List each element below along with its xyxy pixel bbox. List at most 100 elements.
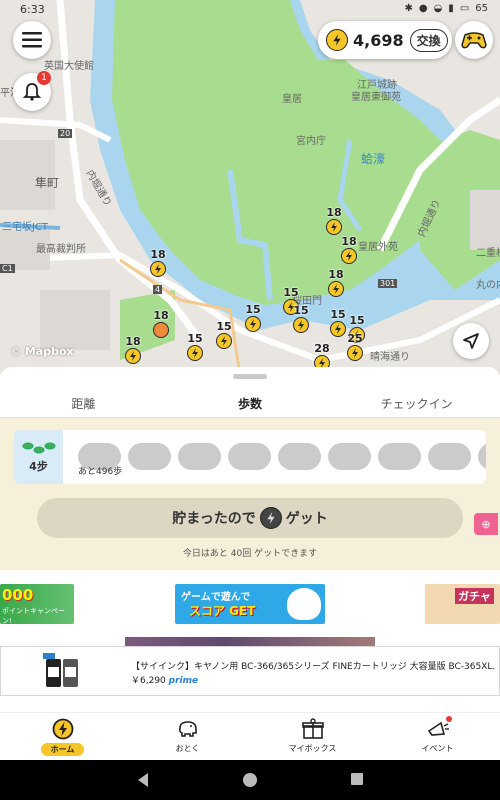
home-icon[interactable]	[242, 772, 258, 788]
nav-label: おとく	[175, 744, 200, 753]
coin-marker[interactable]: 15	[212, 320, 236, 349]
tab-distance[interactable]: 距離	[0, 387, 167, 417]
bluetooth-icon: ✱	[404, 3, 413, 14]
promo-banner[interactable]: 000 ポイントキャンペーン!	[0, 584, 74, 624]
recents-icon[interactable]	[350, 772, 364, 786]
exchange-button[interactable]: 交換	[409, 28, 448, 52]
coin-marker[interactable]: 15	[241, 303, 265, 332]
coin-marker[interactable]: 18	[149, 309, 173, 338]
nav-events[interactable]: イベント	[375, 713, 500, 760]
nav-label: ホーム	[40, 743, 85, 756]
lightning-coin-icon	[326, 29, 348, 51]
nav-mybox[interactable]: マイボックス	[250, 713, 375, 760]
bottom-nav: ホーム おとく マイボックス イベント	[0, 712, 500, 760]
bell-icon	[22, 83, 42, 101]
tab-checkin[interactable]: チェックイン	[333, 387, 500, 417]
coin-marker[interactable]: 15	[289, 304, 313, 333]
sheet-handle[interactable]	[233, 374, 267, 379]
hamburger-icon	[22, 32, 42, 48]
remaining-steps: あと496歩	[78, 467, 123, 477]
ad-title[interactable]: 【サイインク】キヤノン用 BC-366/365シリーズ FINEカートリッジ 大…	[131, 659, 496, 672]
lightning-coin-icon	[125, 348, 141, 364]
map-view[interactable]: 英国大使館 皇居 江戸城跡 皇居東御苑 宮内庁 蛤濠 隼町 内堀通り 三宅坂JC…	[0, 0, 500, 375]
route-shield: 301	[378, 279, 398, 288]
notification-button[interactable]: 1	[13, 71, 51, 111]
remaining-gets-note: 今日はあと 40回 ゲットできます	[182, 549, 318, 559]
gacha-banner[interactable]: ガチャ	[425, 584, 500, 624]
lightning-coin-icon	[341, 248, 357, 264]
gamepad-icon	[461, 32, 487, 49]
locate-button[interactable]	[453, 323, 489, 359]
coin-marker-count: 18	[326, 206, 342, 219]
route-shield: 20	[58, 129, 73, 138]
ad-price: ￥6,290 prime	[131, 673, 198, 686]
battery-level: 65	[475, 3, 488, 14]
lightning-coin-icon	[259, 507, 282, 529]
lightning-coin-icon	[347, 345, 363, 361]
coin-marker-count: 15	[293, 304, 309, 317]
coin-marker-count: 18	[150, 248, 166, 261]
lightning-coin-icon	[216, 333, 232, 349]
coin-marker[interactable]: 18	[322, 206, 346, 235]
nav-label: マイボックス	[288, 744, 337, 753]
map-label: 蛤濠	[361, 152, 386, 166]
tab-bar: 距離 歩数 チェックイン	[0, 387, 500, 419]
map-label: 宮内庁	[296, 136, 326, 147]
step-slot	[278, 443, 321, 470]
lightning-coin-icon	[326, 219, 342, 235]
menu-button[interactable]	[13, 21, 51, 59]
coin-marker-count: 15	[349, 314, 365, 327]
coin-marker-count: 28	[314, 342, 330, 355]
lightning-coin-icon	[293, 317, 309, 333]
lion-marker-icon	[153, 322, 169, 338]
game-button[interactable]	[455, 21, 493, 59]
search-icon: ⊕	[481, 517, 491, 531]
signal-icon: ▮	[448, 3, 454, 14]
step-slot	[178, 443, 221, 470]
step-slot	[478, 443, 486, 470]
coin-count: 4,698	[353, 30, 404, 50]
get-button-text: 貯まったので	[172, 511, 256, 527]
banner-text: ポイントキャンペーン!	[2, 607, 65, 624]
tab-steps[interactable]: 歩数	[166, 387, 334, 419]
coin-marker[interactable]: 18	[121, 335, 145, 364]
banner-carousel[interactable]: 000 ポイントキャンペーン! ゲームで遊んで スコア GET ガチャ	[0, 584, 500, 626]
back-icon[interactable]	[136, 772, 150, 788]
coin-marker[interactable]: 15	[183, 332, 207, 361]
nav-home[interactable]: ホーム	[0, 713, 125, 760]
get-coins-button[interactable]: 貯まったので ゲット	[37, 498, 463, 538]
notification-badge: 1	[37, 71, 51, 85]
lightning-coin-icon	[328, 281, 344, 297]
step-start: 4步	[14, 430, 63, 484]
coin-marker[interactable]: 18	[324, 268, 348, 297]
map-label: 皇居	[282, 94, 302, 105]
coin-marker[interactable]: 25	[343, 332, 367, 361]
map-label: 晴海通り	[370, 352, 410, 363]
banner-text: ゲームで遊んで	[181, 592, 251, 603]
system-nav-bar	[0, 760, 500, 800]
coin-marker-count: 15	[245, 303, 261, 316]
step-slot	[128, 443, 171, 470]
ad-banner[interactable]: 【サイインク】キヤノン用 BC-366/365シリーズ FINEカートリッジ 大…	[0, 646, 500, 696]
location-icon: ●	[418, 3, 428, 14]
map-label: 皇居外苑	[358, 242, 398, 253]
step-slot	[228, 443, 271, 470]
step-slot	[428, 443, 471, 470]
map-label: 英国大使館	[44, 61, 94, 72]
coin-marker[interactable]: 18	[337, 235, 361, 264]
banner-text: スコア GET	[189, 604, 256, 618]
prime-badge: prime	[168, 676, 199, 686]
coin-marker-count: 18	[153, 309, 169, 322]
game-banner[interactable]: ゲームで遊んで スコア GET	[175, 584, 325, 624]
map-label: 三宅坂JCT	[2, 222, 49, 233]
map-label: 丸の内	[476, 280, 500, 291]
status-time: 6:33	[20, 3, 45, 16]
nav-deals[interactable]: おとく	[125, 713, 250, 760]
lightning-coin-icon	[150, 261, 166, 277]
mapbox-attribution[interactable]: © Mapbox	[10, 345, 74, 358]
coin-marker[interactable]: 18	[146, 248, 170, 277]
status-icons: ✱ ● ◒ ▮ ▭ 65	[404, 3, 488, 14]
coin-marker-count: 15	[283, 286, 299, 299]
side-tab[interactable]: ⊕	[474, 513, 498, 535]
lightning-coin-icon	[51, 718, 75, 740]
